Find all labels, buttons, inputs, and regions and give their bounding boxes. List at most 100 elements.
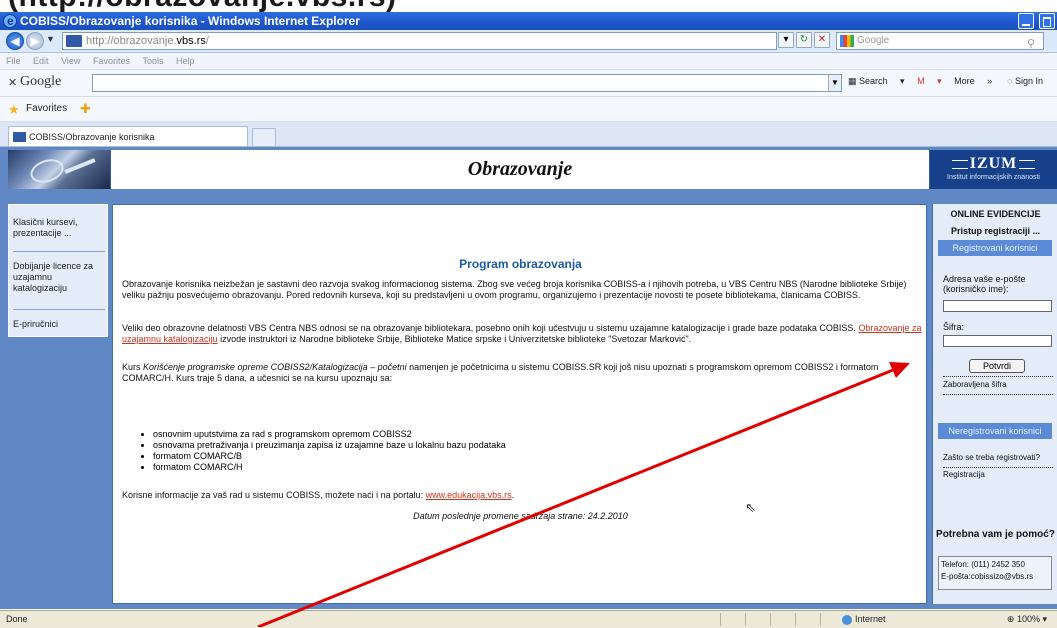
course-topics-list: osnovnim uputstvima za rad s programskom…: [143, 429, 753, 473]
why-register-link[interactable]: Zašto se treba registrovati?: [943, 453, 1040, 462]
divider: [943, 394, 1053, 396]
security-zone[interactable]: Internet: [842, 611, 886, 628]
site-favicon-icon: [66, 35, 82, 47]
chevron-down-icon[interactable]: ▼: [828, 75, 841, 91]
divider: [943, 467, 1053, 469]
globe-icon: [842, 614, 852, 625]
list-item: formatom COMARC/B: [153, 451, 753, 462]
confirm-button[interactable]: Potvrdi: [969, 359, 1025, 373]
forward-button[interactable]: ▶: [26, 32, 44, 50]
right-panel: ONLINE EVIDENCIJE Pristup registraciji .…: [932, 204, 1057, 604]
url-suffix: /: [205, 35, 209, 47]
search-input[interactable]: Google ⚲: [836, 32, 1044, 50]
izum-logo[interactable]: IZUM Institut informacijskih znanosti: [930, 150, 1057, 189]
search-go-icon[interactable]: ⚲: [1027, 36, 1041, 50]
email-label: Adresa vaše e-pošte (korisničko ime):: [943, 274, 1026, 294]
paragraph-text: Korisne informacije za vaš rad u sistemu…: [122, 490, 426, 500]
favorites-bar: ★ Favorites ✚: [0, 97, 1057, 122]
more-button[interactable]: More »: [954, 76, 992, 86]
menu-view[interactable]: View: [61, 56, 80, 66]
google-toolbar: ✕ Google ▼ ▦ Search ▾ M ▾ More » ◌ Sign …: [0, 70, 1057, 97]
page-title: Obrazovanje: [110, 150, 930, 189]
top-caption: (http://obrazovanje.vbs.rs): [0, 0, 1057, 12]
divider: [943, 376, 1053, 378]
address-toolbar: ◀ ▶ ▼ http://obrazovanje.vbs.rs/ ▾ ↻ ✕ Goo…: [0, 30, 1057, 53]
course-name: Korišćenje programske opreme COBISS2/Kat…: [143, 362, 407, 372]
window-titlebar: COBISS/Obrazovanje korisnika - Windows I…: [0, 12, 1057, 30]
new-tab-button[interactable]: [252, 128, 276, 146]
gmail-button[interactable]: M ▾: [917, 76, 942, 86]
paragraph-text: Kurs: [122, 362, 144, 372]
contact-box: Telefon: (011) 2452 350 E-pošta:cobissiz…: [938, 556, 1052, 590]
main-content: Program obrazovanja Obrazovanje korisnik…: [112, 204, 927, 604]
google-search-icon: [840, 35, 854, 47]
menu-help[interactable]: Help: [176, 56, 195, 66]
paragraph-portal: Korisne informacije za vaš rad u sistemu…: [122, 490, 922, 501]
status-divider: [820, 613, 821, 626]
address-input[interactable]: http://obrazovanje.vbs.rs/: [62, 32, 777, 50]
menu-tools[interactable]: Tools: [142, 56, 163, 66]
more-label: More: [954, 76, 975, 86]
register-link[interactable]: Registracija: [943, 470, 985, 479]
favorites-label[interactable]: Favorites: [26, 103, 67, 114]
zone-label: Internet: [855, 614, 886, 624]
izum-subtitle: Institut informacijskih znanosti: [947, 174, 1040, 181]
google-search-button[interactable]: ▦ Search ▾: [848, 76, 905, 86]
sidebar-menu: Klasični kursevi, prezentacije ... Dobij…: [8, 204, 108, 337]
tab-label: COBISS/Obrazovanje korisnika: [29, 132, 155, 142]
menu-file[interactable]: File: [6, 56, 21, 66]
mouse-cursor-icon: ⇖: [745, 500, 756, 515]
paragraph-intro: Obrazovanje korisnika neizbežan je sasta…: [122, 279, 907, 300]
minimize-button[interactable]: [1017, 13, 1034, 29]
tab-cobiss[interactable]: COBISS/Obrazovanje korisnika: [8, 126, 248, 146]
menu-edit[interactable]: Edit: [33, 56, 49, 66]
add-favorite-icon[interactable]: ✚: [80, 101, 91, 117]
favorites-star-icon[interactable]: ★: [8, 102, 20, 118]
contact-phone: Telefon: (011) 2452 350: [941, 560, 1025, 569]
forgot-password-link[interactable]: Zaboravljena šifra: [943, 380, 1007, 389]
status-divider: [795, 613, 796, 626]
registration-access-heading: Pristup registraciji ...: [950, 226, 1041, 236]
zoom-control[interactable]: ⊕ 100% ▾: [1007, 611, 1047, 628]
menu-bar: File Edit View Favorites Tools Help: [0, 53, 1057, 70]
paragraph-cataloguing: Veliki deo obrazovne delatnosti VBS Cent…: [122, 323, 922, 345]
tab-bar: COBISS/Obrazovanje korisnika: [0, 122, 1057, 147]
ie-logo-icon: [3, 12, 17, 30]
sidebar-item-courses[interactable]: Klasični kursevi, prezentacije ...: [13, 217, 105, 239]
portal-link[interactable]: www.edukacija.vbs.rs: [426, 490, 512, 500]
left-sidebar: Klasični kursevi, prezentacije ... Dobij…: [8, 204, 110, 602]
password-field[interactable]: [943, 335, 1052, 347]
stop-icon[interactable]: ✕: [814, 32, 830, 48]
sidebar-item-license[interactable]: Dobijanje licence za uzajamnu katalogiza…: [13, 261, 105, 294]
menu-favorites[interactable]: Favorites: [93, 56, 130, 66]
registered-users-header: Registrovani korisnici: [938, 240, 1052, 256]
sidebar-item-manuals[interactable]: E-priručnici: [13, 319, 105, 330]
list-item: formatom COMARC/H: [153, 462, 753, 473]
header-image: [8, 150, 110, 189]
sign-in-button[interactable]: ◌ Sign In: [1007, 76, 1043, 86]
online-evidence-heading: ONLINE EVIDENCIJE: [950, 209, 1041, 219]
paragraph-course: Kurs Korišćenje programske opreme COBISS…: [122, 362, 922, 384]
google-logo: Google: [20, 74, 62, 89]
caption-text: (http://obrazovanje.vbs.rs): [8, 0, 397, 12]
back-button[interactable]: ◀: [6, 32, 24, 50]
status-bar: Done Internet ⊕ 100% ▾: [0, 610, 1057, 628]
google-toolbar-input[interactable]: ▼: [92, 74, 842, 92]
close-toolbar-icon[interactable]: ✕: [8, 76, 17, 89]
help-heading: Potrebna vam je pomoć?: [936, 529, 1055, 540]
email-field[interactable]: [943, 300, 1052, 312]
search-placeholder: Google: [857, 35, 890, 46]
password-label: Šifra:: [943, 322, 965, 332]
address-dropdown-icon[interactable]: ▾: [778, 32, 794, 48]
sign-in-label: Sign In: [1014, 76, 1043, 86]
paragraph-text: .: [511, 490, 515, 500]
maximize-button[interactable]: [1039, 13, 1055, 29]
window-title: COBISS/Obrazovanje korisnika - Windows I…: [20, 14, 360, 28]
izum-logo-text: IZUM: [930, 155, 1057, 173]
page-content: Obrazovanje IZUM Institut informacijskih…: [0, 147, 1057, 609]
url-prefix: http://obrazovanje.: [86, 35, 177, 47]
history-dropdown-icon[interactable]: ▼: [46, 34, 55, 44]
refresh-icon[interactable]: ↻: [796, 32, 812, 48]
gmail-label: M: [917, 76, 925, 86]
contact-email: E-pošta:cobissizo@vbs.rs: [941, 572, 1034, 581]
